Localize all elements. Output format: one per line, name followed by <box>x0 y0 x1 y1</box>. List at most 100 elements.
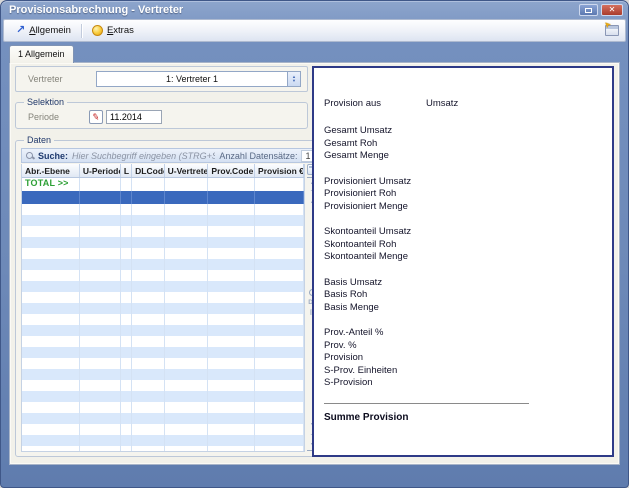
periode-input[interactable] <box>106 110 162 124</box>
spinner-updown-icon[interactable]: ▲▼ <box>287 72 300 86</box>
grid-cell <box>121 413 132 424</box>
app-window: Provisionsabrechnung - Vertreter ✕ ↗ All… <box>0 0 629 488</box>
search-bar[interactable]: Suche: Hier Suchbegriff eingeben (STRG+S… <box>21 148 319 163</box>
empty-row[interactable] <box>22 446 304 452</box>
summary-label: Basis Menge <box>324 302 600 315</box>
provision-aus-row: Provision aus Umsatz <box>324 98 600 109</box>
grid-cell <box>255 292 304 303</box>
empty-row[interactable] <box>22 402 304 413</box>
grid-cell <box>22 314 80 325</box>
empty-row[interactable] <box>22 237 304 248</box>
grid-cell <box>255 215 304 226</box>
grid-cell <box>22 270 80 281</box>
grid-cell <box>132 226 164 237</box>
empty-row[interactable] <box>22 281 304 292</box>
close-button[interactable]: ✕ <box>601 4 623 16</box>
table-row[interactable] <box>22 191 304 204</box>
grid-cell <box>80 281 121 292</box>
empty-row[interactable] <box>22 391 304 402</box>
periode-row: Periode ✎ <box>21 110 302 124</box>
grid-cell <box>80 292 121 303</box>
empty-row[interactable] <box>22 215 304 226</box>
grid-cell <box>22 237 80 248</box>
left-column: Vertreter 1: Vertreter 1 ▲▼ Selektion Pe… <box>15 66 308 457</box>
empty-row[interactable] <box>22 259 304 270</box>
detach-window-icon[interactable] <box>605 25 619 36</box>
grid-cell <box>165 237 209 248</box>
grid-cell <box>255 369 304 380</box>
grid-cell <box>255 325 304 336</box>
menu-item-allgemein[interactable]: ↗ Allgemein <box>10 23 77 38</box>
empty-row[interactable] <box>22 226 304 237</box>
column-header[interactable]: L <box>121 164 132 177</box>
column-header[interactable]: Provision € <box>255 164 304 177</box>
periode-edit-button[interactable]: ✎ <box>89 110 103 124</box>
empty-row[interactable] <box>22 325 304 336</box>
grid-cell <box>22 358 80 369</box>
summary-label: S-Provision <box>324 377 600 390</box>
summary-label: Provision <box>324 352 600 365</box>
grid-cell <box>121 347 132 358</box>
empty-row[interactable] <box>22 303 304 314</box>
column-header[interactable]: U-Periode <box>80 164 121 177</box>
close-icon: ✕ <box>609 6 616 14</box>
grid-cell <box>22 303 80 314</box>
empty-row[interactable] <box>22 369 304 380</box>
vertreter-select[interactable]: 1: Vertreter 1 ▲▼ <box>96 71 301 87</box>
grid-cell <box>165 391 209 402</box>
grid-cell <box>121 215 132 226</box>
grid-cell <box>121 248 132 259</box>
column-header[interactable]: Abr.-Ebene <box>22 164 80 177</box>
grid-cell <box>165 402 209 413</box>
tab-strip: 1 Allgemein <box>9 45 74 62</box>
grid-cell <box>132 402 164 413</box>
empty-row[interactable] <box>22 435 304 446</box>
grid-cell <box>165 292 209 303</box>
vertreter-label: Vertreter <box>28 74 96 84</box>
empty-row[interactable] <box>22 204 304 215</box>
grid-cell <box>121 336 132 347</box>
grid-cell <box>255 413 304 424</box>
empty-row[interactable] <box>22 358 304 369</box>
empty-row[interactable] <box>22 314 304 325</box>
grid-cell <box>165 226 209 237</box>
periode-label: Periode <box>28 112 89 122</box>
empty-row[interactable] <box>22 380 304 391</box>
empty-row[interactable] <box>22 292 304 303</box>
grid-cell <box>121 270 132 281</box>
grid-cell <box>132 259 164 270</box>
grid-cell <box>208 226 255 237</box>
total-row[interactable]: TOTAL >> <box>22 178 304 191</box>
grid-cell <box>255 336 304 347</box>
grid-table[interactable]: Abr.-EbeneU-PeriodeLDLCodeU-VertreterPro… <box>21 164 305 452</box>
empty-row[interactable] <box>22 347 304 358</box>
menu-item-extras[interactable]: Extras <box>86 23 140 38</box>
empty-row[interactable] <box>22 424 304 435</box>
grid-cell <box>121 314 132 325</box>
summary-label: Gesamt Roh <box>324 138 600 151</box>
maximize-button[interactable] <box>579 4 598 16</box>
column-header[interactable]: Prov.Code <box>208 164 255 177</box>
column-header[interactable]: U-Vertreter <box>165 164 209 177</box>
column-header[interactable]: DLCode <box>132 164 164 177</box>
empty-row[interactable] <box>22 270 304 281</box>
tab-allgemein[interactable]: 1 Allgemein <box>9 45 74 63</box>
grid-cell <box>80 270 121 281</box>
grid-cell <box>22 369 80 380</box>
grid-cell <box>22 281 80 292</box>
grid-cell <box>208 281 255 292</box>
maximize-icon <box>585 8 592 13</box>
grid-cell <box>80 325 121 336</box>
grid-cell <box>165 435 209 446</box>
grid-cell <box>132 391 164 402</box>
empty-row[interactable] <box>22 413 304 424</box>
grid-cell <box>255 237 304 248</box>
grid-cell <box>165 369 209 380</box>
grid-cell <box>208 413 255 424</box>
empty-row[interactable] <box>22 248 304 259</box>
vertreter-group: Vertreter 1: Vertreter 1 ▲▼ <box>15 66 308 92</box>
grid-cell <box>121 391 132 402</box>
grid-cell <box>165 325 209 336</box>
grid-cell <box>208 191 255 204</box>
empty-row[interactable] <box>22 336 304 347</box>
